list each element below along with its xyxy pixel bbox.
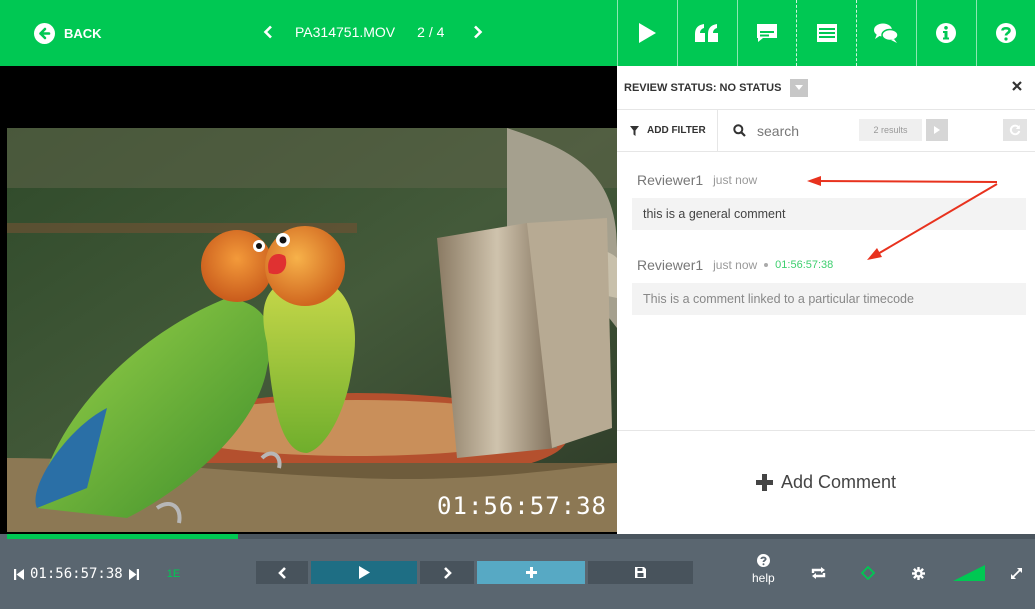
results-count: 2 results (859, 119, 922, 141)
gear-icon (911, 566, 925, 580)
expand-icon (1010, 567, 1022, 579)
tab-help[interactable] (975, 0, 1035, 66)
help-label: help (752, 571, 775, 585)
tab-list[interactable] (796, 0, 856, 66)
next-file-button[interactable] (468, 22, 488, 42)
add-comment-button[interactable]: Add Comment (617, 430, 1035, 534)
jump-to-end-button[interactable] (128, 568, 139, 580)
add-comment-label: Add Comment (780, 472, 897, 492)
comments-icon (874, 23, 900, 43)
plus-icon (755, 474, 773, 491)
close-icon (1012, 81, 1022, 91)
chevron-left-icon (277, 566, 286, 579)
comment-list: Reviewer1 just now this is a general com… (617, 152, 1035, 430)
play-icon (359, 566, 370, 579)
review-app: BACK PA314751.MOV 2 / 4 01:56:57:38 REVI… (0, 0, 1035, 609)
subtitle-icon (756, 24, 777, 42)
comment-time: just now (713, 258, 758, 272)
help-icon (995, 23, 1016, 43)
caret-down-icon (795, 84, 804, 90)
playback-controls: 01:56:57:38 1E help (0, 539, 1035, 609)
comment-timecode-link[interactable]: 01:56:57:38 (775, 259, 833, 271)
tab-subtitles[interactable] (736, 0, 797, 66)
file-navigator: PA314751.MOV 2 / 4 (258, 22, 488, 42)
chevron-right-icon (443, 566, 452, 579)
review-status-row: REVIEW STATUS: NO STATUS (617, 66, 1035, 110)
play-small-icon (934, 126, 940, 134)
list-icon (816, 24, 837, 42)
add-filter-button[interactable]: ADD FILTER (617, 109, 718, 152)
comment-header: Reviewer1 just now 01:56:57:38 (632, 257, 1026, 273)
review-panel: REVIEW STATUS: NO STATUS ADD FILTER 2 re… (617, 66, 1035, 534)
video-player[interactable]: 01:56:57:38 (7, 66, 617, 534)
plus-icon (525, 567, 537, 578)
refresh-button[interactable] (1003, 119, 1027, 141)
search-input[interactable] (757, 122, 857, 139)
play-icon (639, 23, 657, 43)
back-label: BACK (64, 26, 102, 41)
comment-author: Reviewer1 (637, 257, 704, 273)
save-button[interactable] (588, 561, 693, 584)
current-timecode: 01:56:57:38 (30, 566, 123, 582)
marker-toggle-button[interactable] (859, 564, 877, 582)
separator-dot (764, 263, 769, 267)
info-icon (936, 23, 957, 43)
back-button[interactable]: BACK (34, 23, 102, 44)
volume-icon (953, 565, 985, 581)
quote-icon (695, 24, 719, 42)
loop-icon (811, 567, 825, 579)
play-button[interactable] (311, 561, 417, 584)
volume-slider[interactable] (952, 564, 986, 582)
search-icon (733, 124, 746, 137)
tab-quotes[interactable] (676, 0, 737, 66)
review-status-dropdown[interactable] (790, 78, 809, 97)
file-position: 2 / 4 (417, 24, 445, 40)
comment-item[interactable]: Reviewer1 just now this is a general com… (632, 172, 1026, 230)
comment-time: just now (713, 173, 758, 187)
review-status-label: REVIEW STATUS: NO STATUS (624, 81, 782, 94)
timecode-group: 01:56:57:38 1E (14, 566, 180, 582)
arrow-left-icon (34, 23, 55, 44)
file-name: PA314751.MOV (295, 24, 396, 40)
panel-tabs (617, 0, 1035, 66)
comment-text: this is a general comment (632, 198, 1026, 230)
filter-icon (630, 125, 639, 136)
jump-to-start-button[interactable] (14, 568, 24, 580)
refresh-icon (1009, 124, 1021, 136)
comment-header: Reviewer1 just now (632, 172, 1026, 188)
next-result-button[interactable] (926, 119, 948, 141)
comment-item[interactable]: Reviewer1 just now 01:56:57:38 This is a… (632, 257, 1026, 315)
top-bar: BACK PA314751.MOV 2 / 4 (0, 0, 1035, 66)
chevron-right-icon (474, 25, 483, 39)
video-frame-image (7, 128, 617, 532)
comment-text: This is a comment linked to a particular… (632, 283, 1026, 315)
next-frame-button[interactable] (420, 561, 474, 584)
filter-row: ADD FILTER 2 results (617, 109, 1035, 152)
save-icon (635, 567, 646, 578)
skip-back-icon (14, 568, 24, 580)
tab-info[interactable] (915, 0, 976, 66)
fullscreen-button[interactable] (1007, 564, 1025, 582)
video-timecode: 01:56:57:38 (437, 492, 607, 520)
chevron-left-icon (263, 25, 272, 39)
add-filter-label: ADD FILTER (647, 125, 706, 136)
comment-author: Reviewer1 (637, 172, 704, 188)
help-icon (756, 554, 770, 567)
previous-file-button[interactable] (258, 22, 278, 42)
left-edge (0, 66, 7, 534)
tab-player[interactable] (617, 0, 677, 66)
help-button[interactable]: help (752, 554, 775, 585)
skip-forward-icon (128, 568, 139, 580)
diamond-marker-icon (861, 566, 875, 580)
previous-frame-button[interactable] (256, 561, 308, 584)
tab-comments[interactable] (856, 0, 916, 66)
add-marker-button[interactable] (477, 561, 585, 584)
settings-button[interactable] (909, 564, 927, 582)
loop-button[interactable] (809, 564, 827, 582)
close-panel-button[interactable] (1012, 78, 1022, 95)
frame-indicator: 1E (166, 568, 181, 580)
